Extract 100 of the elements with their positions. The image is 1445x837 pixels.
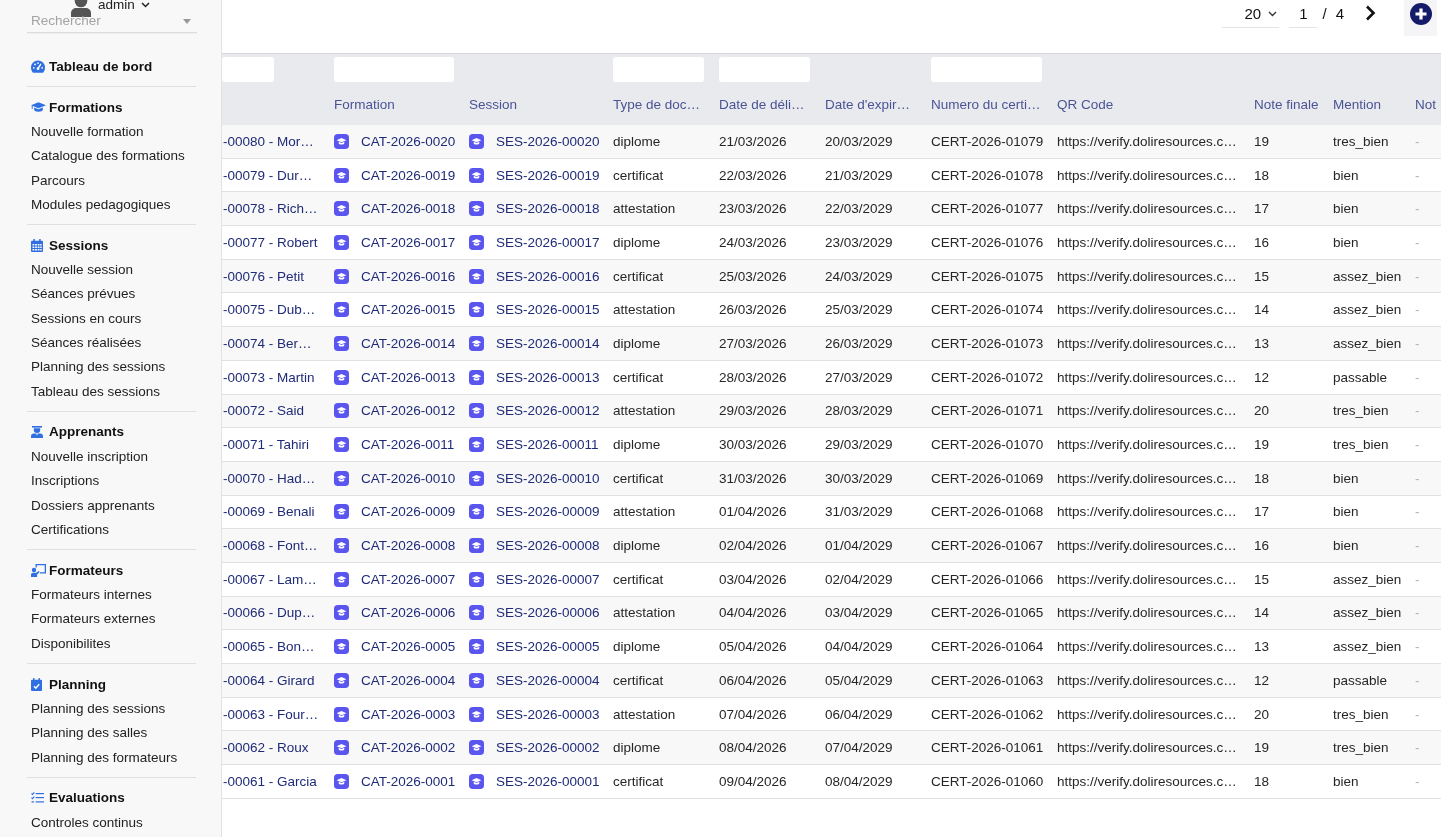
table-link[interactable]: SES-2026-00001 <box>496 773 600 789</box>
table-link[interactable]: -00075 - Dub… <box>222 302 316 318</box>
user-menu-button[interactable]: admin <box>98 0 150 12</box>
table-link[interactable]: -00064 - Girard <box>222 672 315 688</box>
column-header[interactable]: Session <box>469 97 518 113</box>
column-header[interactable]: QR Code <box>1057 97 1114 113</box>
table-link[interactable]: SES-2026-00004 <box>496 672 600 688</box>
table-link[interactable]: CAT-2026-0007 <box>361 571 456 587</box>
table-link[interactable]: -00069 - Benali <box>222 504 315 520</box>
add-button[interactable] <box>1404 0 1437 36</box>
table-link[interactable]: SES-2026-00007 <box>496 571 600 587</box>
table-link[interactable]: CAT-2026-0011 <box>361 437 455 453</box>
table-link[interactable]: SES-2026-00019 <box>496 167 600 183</box>
table-link[interactable]: -00067 - Lam… <box>222 571 317 587</box>
table-link[interactable]: CAT-2026-0019 <box>361 167 456 183</box>
table-link[interactable]: SES-2026-00010 <box>496 470 600 486</box>
table-link[interactable]: -00066 - Dup… <box>222 605 316 621</box>
table-link[interactable]: -00076 - Petit <box>222 268 305 284</box>
column-header[interactable]: Date d'expir… <box>825 97 911 113</box>
column-header[interactable]: Mention <box>1333 97 1382 113</box>
column-header[interactable]: Note finale <box>1254 97 1319 113</box>
menu-item[interactable]: Planning des salles <box>27 721 148 746</box>
table-link[interactable]: -00079 - Dur… <box>222 167 313 183</box>
table-link[interactable]: -00071 - Tahiri <box>222 437 310 453</box>
table-link[interactable]: -00073 - Martin <box>222 369 315 385</box>
table-link[interactable]: -00068 - Font… <box>222 538 318 554</box>
menu-item[interactable]: Certifications <box>27 517 110 543</box>
table-link[interactable]: CAT-2026-0017 <box>361 234 456 250</box>
menu-item[interactable]: Nouvelle inscription <box>27 444 149 470</box>
table-link[interactable]: SES-2026-00009 <box>496 504 600 520</box>
menu-heading[interactable]: Apprenants <box>49 424 124 440</box>
table-link[interactable]: -00074 - Ber… <box>222 335 312 351</box>
table-link[interactable]: -00077 - Robert <box>222 234 318 250</box>
table-link[interactable]: CAT-2026-0010 <box>361 470 456 486</box>
table-link[interactable]: -00078 - Rich… <box>222 201 318 217</box>
menu-item[interactable]: Dossiers apprenants <box>27 493 155 518</box>
column-header[interactable]: Numero du certi… <box>931 97 1041 113</box>
table-link[interactable]: CAT-2026-0014 <box>361 335 456 351</box>
table-link[interactable]: CAT-2026-0005 <box>361 639 456 655</box>
menu-item[interactable]: Nouvelle session <box>27 258 134 283</box>
column-header[interactable]: Date de déli… <box>719 97 805 113</box>
column-header[interactable]: Formation <box>334 97 395 113</box>
menu-heading[interactable]: Formateurs <box>49 562 124 578</box>
table-link[interactable]: SES-2026-00008 <box>496 538 600 554</box>
menu-heading[interactable]: Formations <box>49 99 123 115</box>
filter-input[interactable] <box>222 57 274 82</box>
table-link[interactable]: -00070 - Had… <box>222 470 316 486</box>
table-link[interactable]: SES-2026-00012 <box>496 403 600 419</box>
menu-item[interactable]: Planning des sessions <box>27 697 166 722</box>
table-link[interactable]: CAT-2026-0015 <box>361 302 456 318</box>
menu-heading[interactable]: Planning <box>49 676 106 692</box>
table-link[interactable]: CAT-2026-0012 <box>361 403 456 419</box>
column-header[interactable]: Type de doc… <box>613 97 701 113</box>
table-link[interactable]: CAT-2026-0016 <box>361 268 456 284</box>
table-link[interactable]: SES-2026-00020 <box>496 133 600 149</box>
table-link[interactable]: SES-2026-00002 <box>496 740 600 756</box>
table-link[interactable]: -00062 - Roux <box>222 740 309 756</box>
menu-item[interactable]: Nouvelle formation <box>27 120 144 145</box>
menu-item[interactable]: Parcours <box>27 168 86 193</box>
next-page-button[interactable] <box>1365 5 1376 21</box>
table-link[interactable]: SES-2026-00003 <box>496 706 600 722</box>
menu-item[interactable]: Planning des sessions <box>27 355 166 380</box>
menu-item[interactable]: Formateurs internes <box>27 583 152 608</box>
page-size-select[interactable]: 20 <box>1222 0 1280 28</box>
page-input[interactable]: 1 <box>1289 0 1318 28</box>
menu-item[interactable]: Tableau des sessions <box>27 379 161 404</box>
menu-heading[interactable]: Evaluations <box>49 790 125 806</box>
menu-item[interactable]: Catalogue des formations <box>27 144 185 169</box>
table-link[interactable]: CAT-2026-0004 <box>361 672 456 688</box>
menu-item[interactable]: Planning des formateurs <box>27 745 178 770</box>
column-header[interactable]: Not <box>1415 97 1436 113</box>
table-link[interactable]: -00065 - Bon… <box>222 639 315 655</box>
table-link[interactable]: CAT-2026-0009 <box>361 504 456 520</box>
table-link[interactable]: CAT-2026-0008 <box>361 538 456 554</box>
table-link[interactable]: CAT-2026-0020 <box>361 133 456 149</box>
table-link[interactable]: -00072 - Said <box>222 403 305 419</box>
menu-item[interactable]: Disponibilites <box>27 631 111 657</box>
menu-heading[interactable]: Sessions <box>49 237 109 253</box>
table-link[interactable]: CAT-2026-0018 <box>361 201 456 217</box>
table-link[interactable]: SES-2026-00014 <box>496 335 600 351</box>
menu-heading[interactable]: Tableau de bord <box>49 58 153 74</box>
table-link[interactable]: SES-2026-00016 <box>496 268 600 284</box>
table-link[interactable]: -00063 - Four… <box>222 706 319 722</box>
search-field[interactable]: Rechercher <box>27 13 197 33</box>
menu-item[interactable]: Sessions en cours <box>27 306 142 332</box>
table-link[interactable]: CAT-2026-0002 <box>361 740 456 756</box>
menu-item[interactable]: Controles continus <box>27 810 143 836</box>
table-link[interactable]: SES-2026-00017 <box>496 234 600 250</box>
menu-item[interactable]: Modules pedagogiques <box>27 192 171 218</box>
menu-item[interactable]: Inscriptions <box>27 469 100 494</box>
table-link[interactable]: -00061 - Garcia <box>222 773 317 789</box>
table-link[interactable]: CAT-2026-0001 <box>361 773 456 789</box>
table-link[interactable]: -00080 - Mor… <box>222 133 314 149</box>
table-link[interactable]: SES-2026-00006 <box>496 605 600 621</box>
menu-item[interactable]: Formateurs externes <box>27 607 156 632</box>
table-link[interactable]: CAT-2026-0006 <box>361 605 456 621</box>
table-link[interactable]: CAT-2026-0013 <box>361 369 456 385</box>
menu-item[interactable]: Séances réalisées <box>27 331 142 356</box>
table-link[interactable]: SES-2026-00005 <box>496 639 600 655</box>
table-link[interactable]: SES-2026-00018 <box>496 201 600 217</box>
